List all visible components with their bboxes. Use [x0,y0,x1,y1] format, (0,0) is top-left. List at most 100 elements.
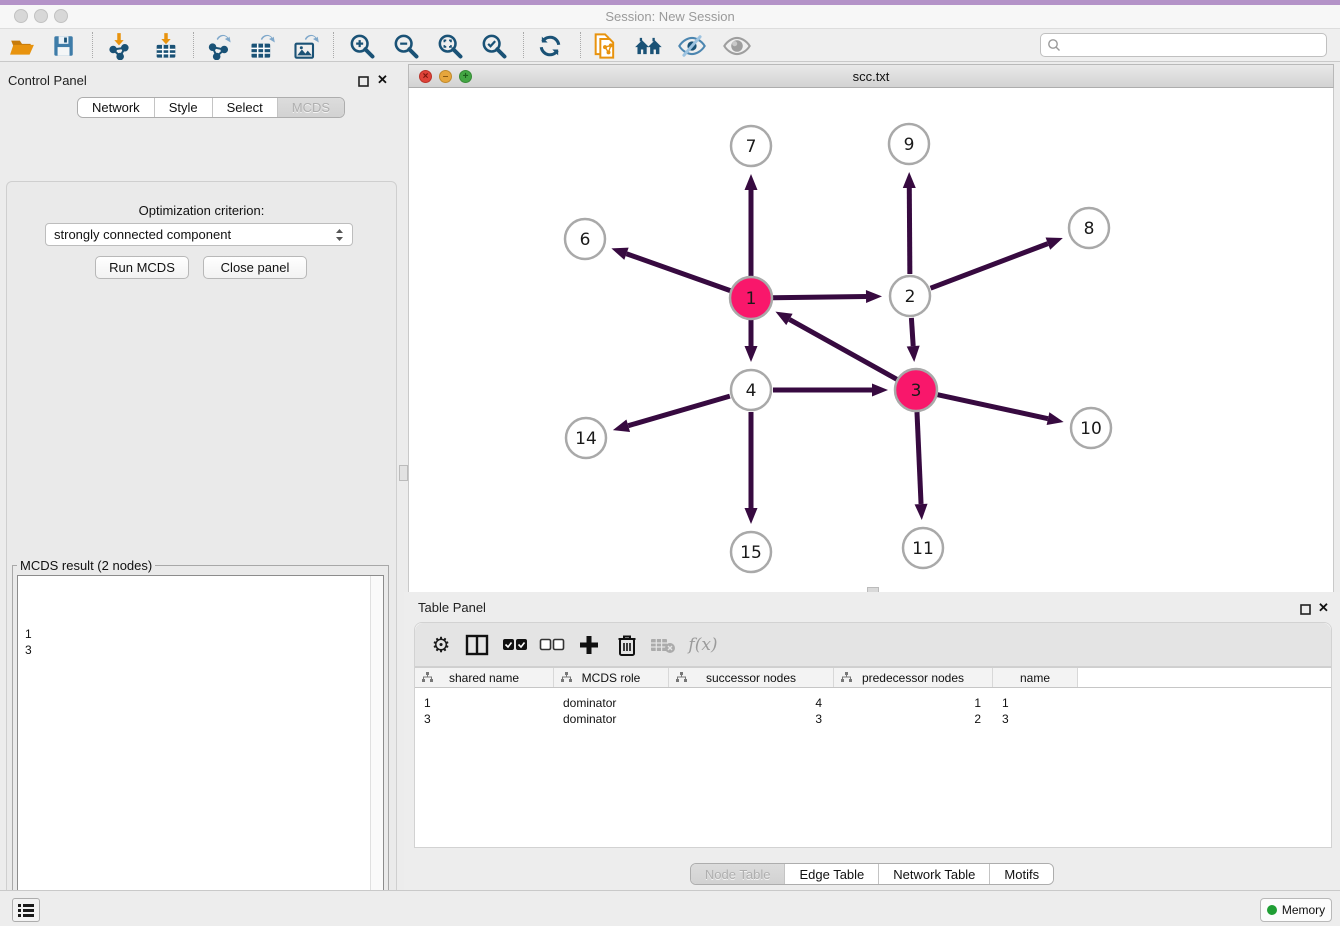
select-all-checkboxes-icon[interactable] [499,630,531,660]
tab-edge-table[interactable]: Edge Table [785,864,879,884]
edge-1-6[interactable] [626,254,730,291]
clone-network-icon[interactable] [590,31,620,61]
column-header-name[interactable]: name [993,668,1078,687]
tab-node-table[interactable]: Node Table [691,864,786,884]
settings-gear-icon[interactable]: ⚙ [425,630,457,660]
export-network-icon[interactable] [204,31,234,61]
cell-successor-nodes[interactable]: 4 [669,695,834,711]
float-panel-icon[interactable] [358,74,369,92]
cell-name[interactable]: 1 [993,695,1078,711]
cell-shared-name[interactable]: 3 [415,711,554,727]
cell-MCDS-role[interactable]: dominator [554,695,669,711]
column-header-label: MCDS role [582,671,641,685]
arrowhead-4-14 [613,419,630,431]
arrowhead-4-15 [745,508,758,524]
table-row[interactable]: 3dominator323 [415,711,1331,727]
show-panels-button[interactable] [12,898,40,922]
tab-style[interactable]: Style [155,98,213,117]
zoom-fit-icon[interactable] [435,31,465,61]
cell-MCDS-role[interactable]: dominator [554,711,669,727]
cell-predecessor-nodes[interactable]: 1 [834,695,993,711]
edge-4-14[interactable] [628,396,730,426]
arrowhead-2-8 [1046,238,1063,250]
criterion-select[interactable]: strongly connected component [45,223,353,246]
zoom-in-icon[interactable] [347,31,377,61]
import-table-icon[interactable] [151,31,181,61]
vertical-splitter-grip[interactable] [399,465,408,481]
tab-network-table[interactable]: Network Table [879,864,990,884]
memory-status-icon [1267,905,1277,915]
mcds-result-title: MCDS result (2 nodes) [17,558,155,573]
zoom-out-icon[interactable] [391,31,421,61]
table-header-row: shared name MCDS role successor nodes prede… [415,667,1331,688]
table-panel: Table Panel ✕ ⚙ f(x) [404,592,1340,890]
arrowhead-1-4 [745,346,758,362]
column-header-shared-name[interactable]: shared name [415,668,554,687]
arrowhead-3-11 [915,504,928,520]
zoom-selected-icon[interactable] [479,31,509,61]
cell-successor-nodes[interactable]: 3 [669,711,834,727]
edge-3-10[interactable] [937,395,1048,419]
column-header-label: predecessor nodes [862,671,964,685]
delete-column-icon[interactable] [611,630,643,660]
cell-predecessor-nodes[interactable]: 2 [834,711,993,727]
mcds-result-text[interactable]: 13 [17,575,384,926]
column-header-MCDS-role[interactable]: MCDS role [554,668,669,687]
export-image-icon[interactable] [291,31,321,61]
arrowhead-1-7 [745,174,758,190]
show-all-icon[interactable] [722,31,752,61]
delete-table-icon[interactable] [647,630,679,660]
close-panel-button[interactable]: Close panel [203,256,307,279]
table-row[interactable]: 1dominator411 [415,695,1331,711]
edge-1-2[interactable] [773,297,866,298]
deselect-all-checkboxes-icon[interactable] [536,630,568,660]
function-builder-icon[interactable]: f(x) [687,630,719,660]
columns-icon[interactable] [461,630,493,660]
edge-2-8[interactable] [931,244,1048,289]
close-panel-icon[interactable]: ✕ [377,72,388,88]
table-toolbar: ⚙ f(x) [415,623,1331,667]
node-label-15: 15 [740,543,762,563]
memory-button[interactable]: Memory [1260,898,1332,922]
node-label-6: 6 [580,230,591,250]
home-network-icon[interactable] [634,31,664,61]
control-panel-title: Control Panel [8,73,87,88]
float-table-panel-icon[interactable] [1300,602,1311,620]
run-mcds-button[interactable]: Run MCDS [95,256,189,279]
refresh-layout-icon[interactable] [535,31,565,61]
column-header-successor-nodes[interactable]: successor nodes [669,668,834,687]
sort-icon [841,672,852,683]
arrowhead-2-3 [907,346,920,362]
column-header-predecessor-nodes[interactable]: predecessor nodes [834,668,993,687]
sort-icon [561,672,572,683]
edge-2-9[interactable] [909,188,910,274]
network-window-titlebar[interactable]: × – + scc.txt [408,64,1334,88]
result-scrollbar[interactable] [370,576,383,926]
save-session-icon[interactable] [48,31,78,61]
tab-select[interactable]: Select [213,98,278,117]
tab-motifs[interactable]: Motifs [990,864,1053,884]
import-network-icon[interactable] [104,31,134,61]
add-column-icon[interactable] [573,630,605,660]
close-table-panel-icon[interactable]: ✕ [1318,600,1329,616]
edge-3-11[interactable] [917,412,921,504]
arrowhead-2-9 [903,172,916,188]
sort-icon [422,672,433,683]
node-label-1: 1 [746,289,757,309]
edge-2-3[interactable] [911,318,913,346]
node-label-8: 8 [1084,219,1095,239]
export-table-icon[interactable] [247,31,277,61]
search-input[interactable] [1040,33,1327,57]
network-canvas[interactable]: 1234678910111415 [408,88,1334,592]
edge-3-1[interactable] [789,319,896,379]
cell-shared-name[interactable]: 1 [415,695,554,711]
table-tabs-row: Node TableEdge TableNetwork TableMotifs [404,863,1340,885]
open-session-icon[interactable] [7,31,37,61]
tab-network[interactable]: Network [78,98,155,117]
network-graph[interactable]: 1234678910111415 [409,88,1335,592]
hide-selected-icon[interactable] [677,31,707,61]
tab-mcds[interactable]: MCDS [278,98,344,117]
node-label-3: 3 [911,381,922,401]
sort-icon [676,672,687,683]
cell-name[interactable]: 3 [993,711,1078,727]
